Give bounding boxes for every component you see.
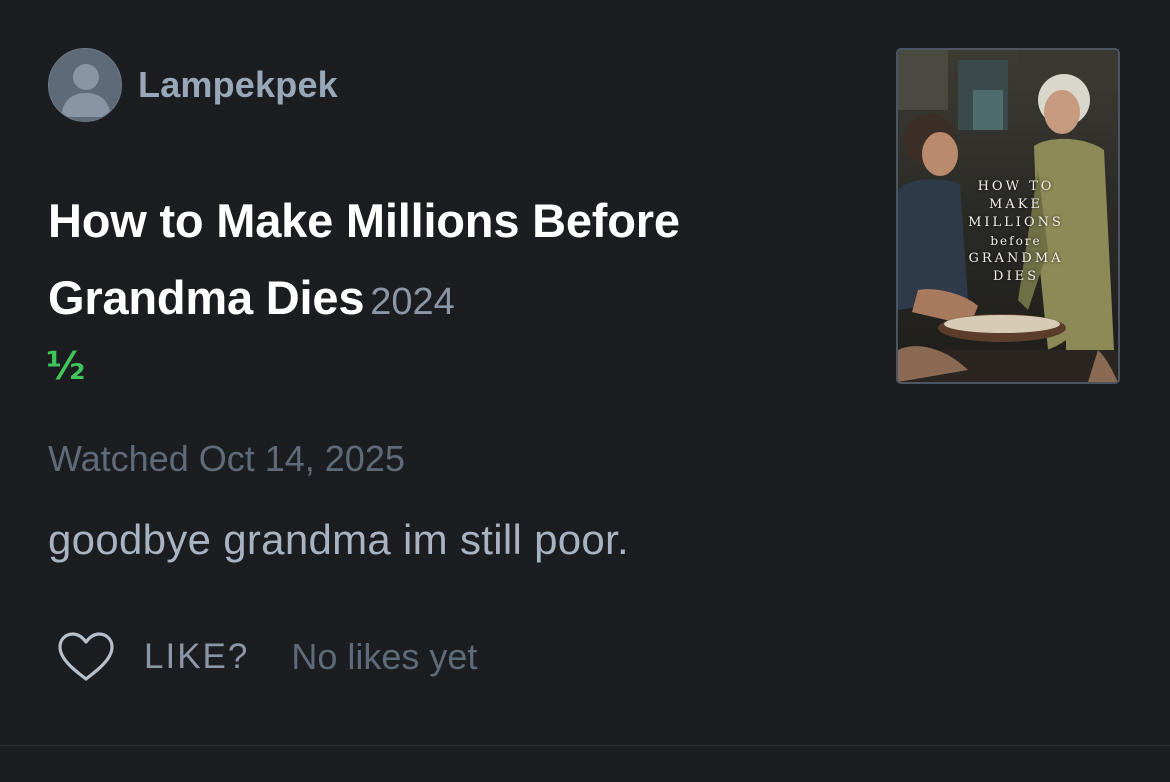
poster-line: HOW TO	[977, 179, 1055, 194]
poster-title-text: HOW TO MAKE MILLIONS before GRANDMA DIES	[946, 178, 1086, 286]
poster-line: MILLIONS	[968, 215, 1064, 230]
review-card: Lampekpek How to Make Millions Before Gr…	[0, 0, 1170, 782]
heart-icon[interactable]	[56, 631, 116, 683]
star-rating: ½	[46, 344, 86, 388]
film-title-block: How to Make Millions Before Grandma Dies…	[48, 182, 848, 341]
film-poster[interactable]: HOW TO MAKE MILLIONS before GRANDMA DIES	[896, 48, 1120, 384]
film-year[interactable]: 2024	[370, 281, 455, 323]
film-title[interactable]: How to Make Millions Before Grandma Dies	[48, 194, 680, 324]
author-name[interactable]: Lampekpek	[138, 64, 338, 106]
poster-line: MAKE	[989, 197, 1043, 212]
author-row[interactable]: Lampekpek	[48, 48, 338, 122]
divider	[0, 745, 1170, 746]
poster-line: before	[990, 234, 1042, 248]
like-button[interactable]: LIKE?	[144, 637, 249, 677]
like-count: No likes yet	[291, 636, 478, 677]
user-avatar-icon[interactable]	[48, 48, 122, 122]
watched-date: Watched Oct 14, 2025	[48, 438, 405, 479]
poster-line: DIES	[993, 269, 1039, 284]
poster-line: GRANDMA	[968, 251, 1064, 266]
like-row: LIKE? No likes yet	[56, 630, 477, 684]
review-text: goodbye grandma im still poor.	[48, 516, 629, 563]
